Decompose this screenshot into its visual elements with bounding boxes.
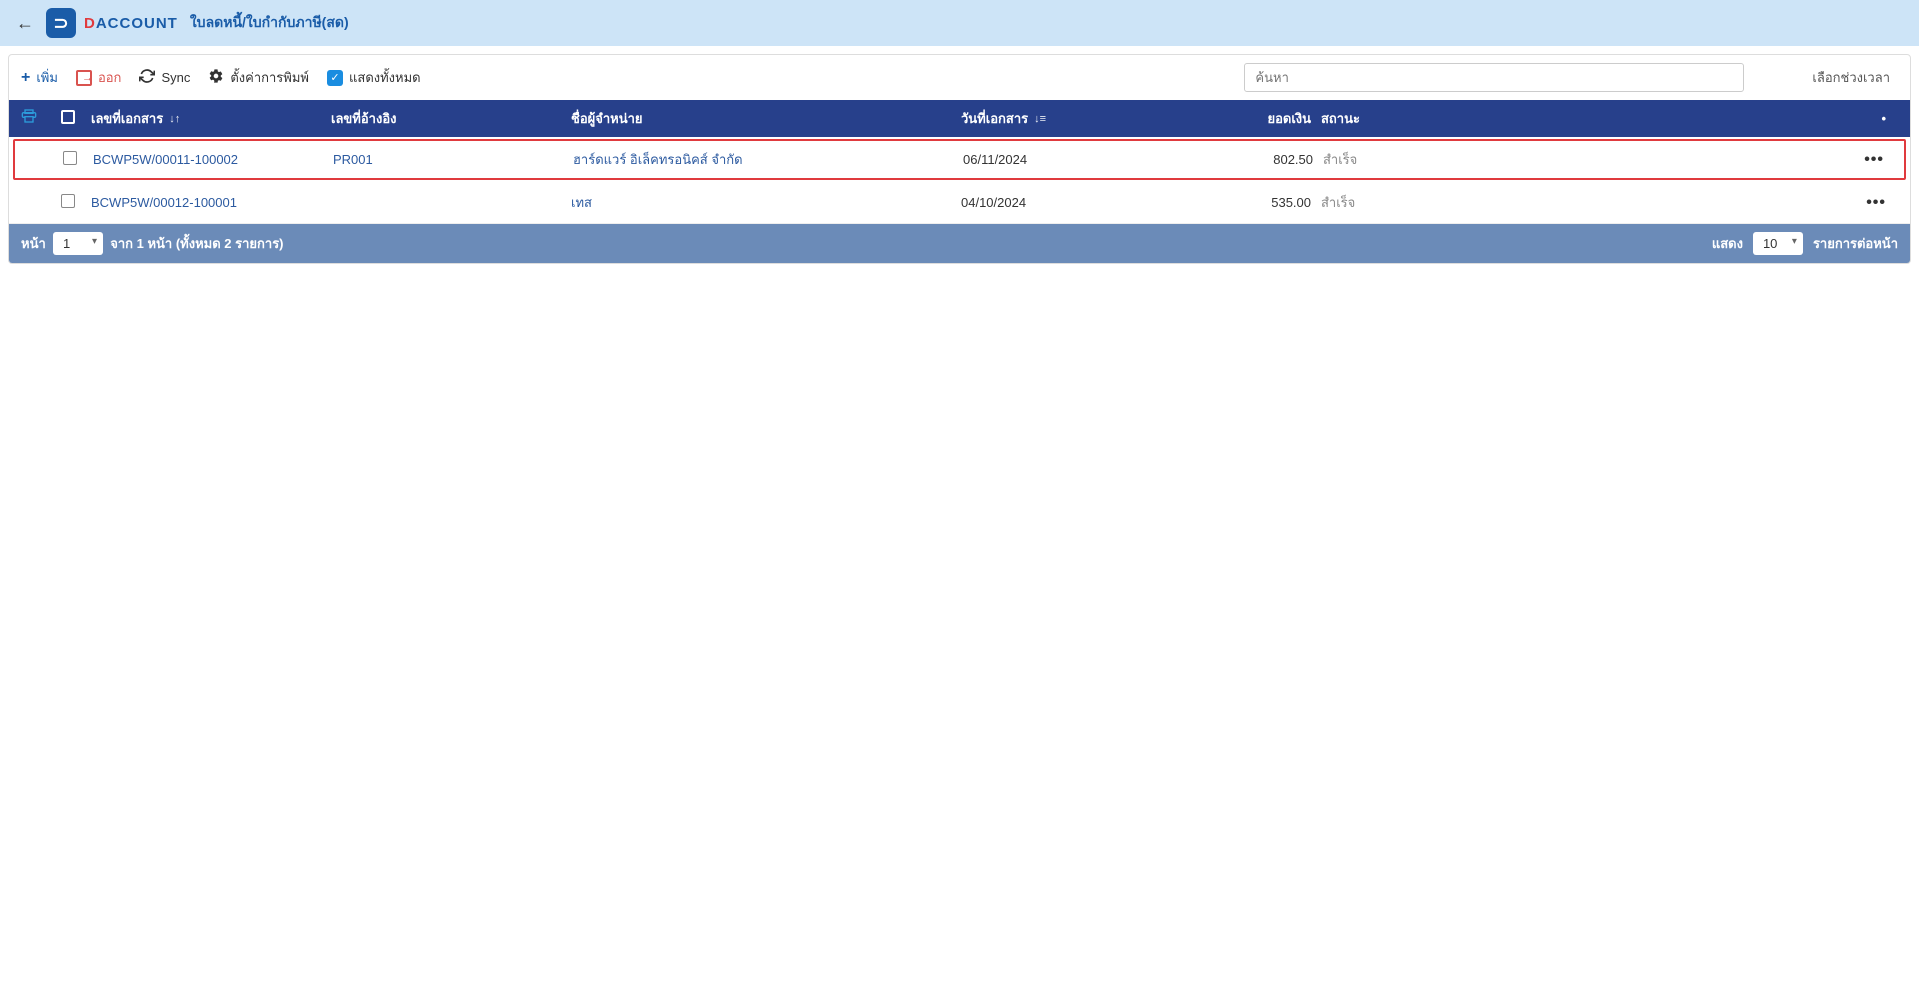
exit-button[interactable]: ออก [76,67,122,88]
exit-icon [76,70,92,86]
add-button[interactable]: + เพิ่ม [21,67,58,88]
header-more: • [1371,111,1898,126]
sync-label: Sync [161,70,190,85]
data-panel: + เพิ่ม ออก Sync ตั้งค่าการพิมพ์ ✓ [8,54,1911,264]
page-label: หน้า [21,233,46,254]
print-settings-label: ตั้งค่าการพิมพ์ [230,67,309,88]
table-row[interactable]: BCWP5W/00011-100002 PR001 ฮาร์ดแวร์ อิเล… [13,139,1906,180]
brand-rest: ACCOUNT [96,15,178,32]
checkbox-checked-icon: ✓ [327,70,343,86]
app-header: ← ⊃ DACCOUNT ใบลดหนี้/ใบกำกับภาษี(สด) [0,0,1919,46]
brand-letter-d: D [84,15,96,32]
sort-desc-icon: ↓≡ [1034,113,1046,125]
row-amount: 535.00 [1221,195,1311,210]
table-header: เลขที่เอกสาร ↓↑ เลขที่อ้างอิง ชื่อผู้จำห… [9,100,1910,137]
row-more-actions[interactable]: ••• [1371,194,1898,212]
row-amount: 802.50 [1223,152,1313,167]
header-checkbox[interactable] [61,110,91,127]
sync-button[interactable]: Sync [139,68,190,87]
table-row[interactable]: BCWP5W/00012-100001 เทส 04/10/2024 535.0… [9,182,1910,224]
header-date[interactable]: วันที่เอกสาร ↓≡ [961,108,1221,129]
gear-icon [208,68,224,87]
header-amount[interactable]: ยอดเงิน [1221,108,1311,129]
header-ref[interactable]: เลขที่อ้างอิง [331,108,571,129]
row-date: 06/11/2024 [963,152,1223,167]
table-footer: หน้า 1 จาก 1 หน้า (ทั้งหมด 2 รายการ) แสด… [9,224,1910,263]
daterange-button[interactable]: เลือกช่วงเวลา [1812,67,1890,88]
row-status: สำเร็จ [1313,149,1373,170]
show-all-checkbox[interactable]: ✓ แสดงทั้งหมด [327,67,421,88]
row-status: สำเร็จ [1311,192,1371,213]
more-dots-icon: ••• [1866,194,1886,211]
row-docno[interactable]: BCWP5W/00012-100001 [91,195,331,210]
printer-icon [21,111,37,128]
add-label: เพิ่ม [36,67,58,88]
row-checkbox[interactable] [61,194,91,211]
search-input[interactable] [1244,63,1744,92]
row-docno[interactable]: BCWP5W/00011-100002 [93,152,333,167]
header-print[interactable] [21,108,61,129]
row-ref[interactable]: PR001 [333,152,573,167]
plus-icon: + [21,69,30,87]
header-status[interactable]: สถานะ [1311,108,1371,129]
show-all-label: แสดงทั้งหมด [349,67,421,88]
sync-icon [139,68,155,87]
row-date: 04/10/2024 [961,195,1221,210]
print-settings-button[interactable]: ตั้งค่าการพิมพ์ [208,67,309,88]
logo-text: DACCOUNT [84,15,178,32]
exit-label: ออก [98,67,122,88]
row-more-actions[interactable]: ••• [1373,151,1896,169]
page-summary: จาก 1 หน้า (ทั้งหมด 2 รายการ) [110,233,283,254]
logo-icon: ⊃ [46,8,76,38]
row-checkbox[interactable] [63,151,93,168]
header-vendor[interactable]: ชื่อผู้จำหน่าย [571,108,961,129]
sort-icon: ↓↑ [169,113,180,125]
page-title: ใบลดหนี้/ใบกำกับภาษี(สด) [190,12,349,34]
back-arrow-icon[interactable]: ← [16,13,34,34]
more-dots-icon: ••• [1864,151,1884,168]
header-docno[interactable]: เลขที่เอกสาร ↓↑ [91,108,331,129]
page-select[interactable]: 1 [53,232,103,255]
toolbar: + เพิ่ม ออก Sync ตั้งค่าการพิมพ์ ✓ [9,55,1910,100]
row-vendor[interactable]: ฮาร์ดแวร์ อิเล็คทรอนิคส์ จำกัด [573,149,963,170]
row-vendor[interactable]: เทส [571,192,961,213]
brand-logo: ⊃ DACCOUNT [46,8,178,38]
perpage-label: รายการต่อหน้า [1813,233,1898,254]
perpage-select[interactable]: 10 [1753,232,1803,255]
show-label: แสดง [1712,233,1743,254]
